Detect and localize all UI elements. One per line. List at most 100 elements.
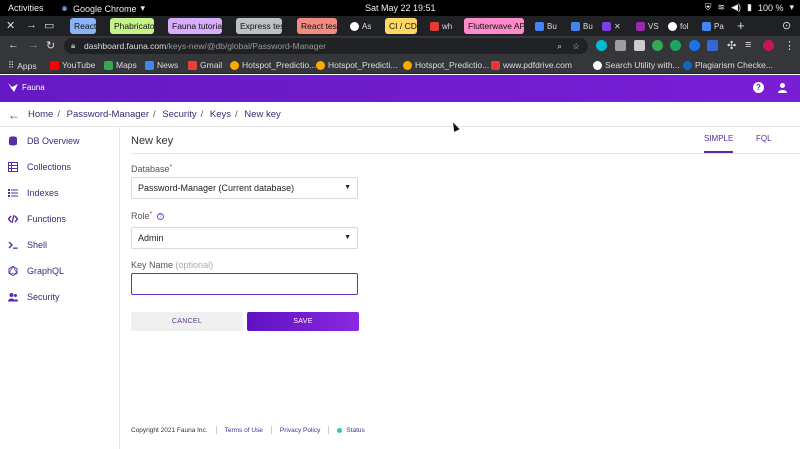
breadcrumb-keys[interactable]: Keys: [210, 109, 231, 120]
pdfdrive-icon: [491, 60, 500, 70]
terms-link[interactable]: Terms of Use: [225, 427, 263, 434]
users-icon: [8, 293, 18, 302]
green-extension-icon[interactable]: [670, 40, 681, 51]
sidebar-item-label: Indexes: [27, 188, 59, 198]
bookmark-news[interactable]: News: [145, 60, 178, 70]
tab-vs[interactable]: VS: [636, 19, 659, 33]
user-icon[interactable]: [777, 82, 788, 93]
tab-simple[interactable]: SIMPLE: [704, 134, 734, 153]
grammarly-icon[interactable]: [652, 40, 663, 51]
role-select[interactable]: Admin ▼: [131, 227, 358, 249]
breadcrumb-home[interactable]: Home: [28, 109, 53, 120]
tab-pa[interactable]: Pa: [702, 19, 724, 33]
forward-arrow-icon[interactable]: →: [28, 39, 39, 51]
close-window-icon[interactable]: ✕: [6, 19, 15, 32]
privacy-link[interactable]: Privacy Policy: [280, 427, 320, 434]
tab-search-icon[interactable]: ⊙: [782, 19, 791, 32]
bookmark-label: News: [157, 60, 179, 70]
bookmark-hotspot-3[interactable]: Hotspot_Predictio...: [403, 60, 489, 70]
tab-wh[interactable]: wh: [430, 19, 452, 33]
sidebar-item-functions[interactable]: Functions: [8, 214, 66, 224]
sidebar-item-indexes[interactable]: Indexes: [8, 188, 59, 198]
reload-icon[interactable]: ↻: [46, 39, 55, 52]
tab-fol[interactable]: fol: [668, 19, 688, 33]
tab-label: Flutterwave API: [468, 21, 524, 31]
key-name-input[interactable]: [131, 273, 358, 295]
database-select-value: Password-Manager (Current database): [138, 183, 295, 193]
help-circle-icon[interactable]: ?: [156, 213, 164, 221]
address-bar[interactable]: 🔒︎ dashboard.fauna.com/keys-new/@db/glob…: [64, 38, 588, 54]
save-button[interactable]: SAVE: [247, 312, 359, 331]
breadcrumb-security[interactable]: Security: [162, 109, 196, 120]
tab-express-test[interactable]: Express test: [236, 18, 282, 34]
vue-extension-icon[interactable]: [634, 40, 645, 51]
media-control-icon[interactable]: ≡: [745, 39, 751, 51]
sidebar-item-graphql[interactable]: GraphQL: [8, 266, 64, 276]
clock[interactable]: Sat May 22 19:51: [365, 3, 436, 13]
status-link[interactable]: Status: [346, 427, 364, 434]
close-icon[interactable]: ✕: [614, 22, 621, 31]
bookmark-hotspot-1[interactable]: Hotspot_Predictio...: [230, 60, 316, 70]
profile-avatar-icon[interactable]: [763, 40, 774, 51]
app-menu[interactable]: Google Chrome ▾: [60, 3, 145, 14]
tab-phabricator[interactable]: Phabricator: [110, 18, 154, 34]
react-devtools-icon[interactable]: [596, 40, 607, 51]
bookmark-plagiarism[interactable]: Plagiarism Checke...: [683, 60, 773, 70]
bookmark-apps[interactable]: ⠿ Apps: [8, 60, 37, 71]
breadcrumb-new-key: New key: [244, 109, 281, 120]
breadcrumb-database[interactable]: Password-Manager: [67, 109, 149, 120]
tab-label: CI / CD: [389, 21, 417, 31]
arrow-right-icon: →: [26, 19, 37, 31]
sidebar-item-db-overview[interactable]: DB Overview: [8, 136, 80, 146]
database-label-text: Database: [131, 164, 170, 174]
shield-extension-icon[interactable]: [615, 40, 626, 51]
battery-percent: 100 %: [757, 2, 784, 13]
bookmark-icon: ▭: [44, 20, 55, 32]
tab-flutterwave-api[interactable]: Flutterwave API: [464, 18, 524, 34]
back-arrow-icon[interactable]: ←: [8, 39, 19, 51]
tab-active-close[interactable]: ✕: [602, 19, 621, 33]
search-icon[interactable]: ⌕: [557, 38, 562, 54]
bookmark-search-utility[interactable]: Search Utility with...: [593, 60, 680, 70]
app-header: Fauna ?: [0, 75, 800, 102]
bookmark-label: Search Utility with...: [605, 60, 680, 70]
blue-extension-icon[interactable]: [689, 40, 700, 51]
database-select[interactable]: Password-Manager (Current database) ▼: [131, 177, 358, 199]
tab-bu[interactable]: Bu: [535, 19, 557, 33]
fauna-logo[interactable]: Fauna: [8, 83, 45, 92]
bookmark-pdfdrive[interactable]: www.pdfdrive.com: [491, 60, 572, 70]
tab-label: VS: [648, 21, 659, 31]
new-tab-plus-icon[interactable]: +: [737, 18, 745, 33]
bookmark-gmail[interactable]: Gmail: [188, 60, 222, 70]
tab-as[interactable]: As: [350, 19, 371, 33]
system-tray[interactable]: ⛨ ≋ ◀) ▮ 100 % ▾: [705, 2, 794, 13]
tab-label: fol: [680, 21, 689, 31]
back-arrow-icon[interactable]: ←: [8, 108, 20, 122]
colab-icon: [230, 60, 239, 70]
help-icon[interactable]: ?: [753, 82, 764, 93]
sidebar-item-shell[interactable]: Shell: [8, 240, 47, 250]
bookmark-hotspot-2[interactable]: Hotspot_Predicti...: [316, 60, 397, 70]
puzzle-icon[interactable]: ✣: [727, 39, 736, 52]
sidebar-item-security[interactable]: Security: [8, 292, 60, 302]
tab-bu-2[interactable]: Bu: [571, 19, 593, 33]
tab-react-test[interactable]: React test: [297, 18, 337, 34]
divider: [328, 426, 330, 434]
tab-fql[interactable]: FQL: [756, 134, 772, 143]
code-icon: [8, 214, 18, 224]
favicon-icon: [668, 21, 677, 31]
activities-button[interactable]: Activities: [8, 3, 44, 13]
tab-react[interactable]: React: [70, 18, 96, 34]
star-icon[interactable]: ☆: [572, 38, 580, 54]
tab-ci-cd[interactable]: CI / CD: [385, 18, 417, 34]
bookmark-youtube[interactable]: YouTube: [50, 60, 95, 70]
cancel-button[interactable]: CANCEL: [131, 312, 243, 331]
bookmark-maps[interactable]: Maps: [104, 60, 137, 70]
more-vert-icon[interactable]: ⋮: [784, 39, 795, 52]
check-extension-icon[interactable]: [707, 40, 718, 51]
battery-icon: ▮: [746, 2, 752, 12]
tab-label: Bu: [583, 21, 593, 31]
sidebar-item-collections[interactable]: Collections: [8, 162, 71, 172]
bookmark-label: Maps: [116, 60, 137, 70]
tab-fauna-tutorial[interactable]: Fauna tutorial: [168, 18, 222, 34]
